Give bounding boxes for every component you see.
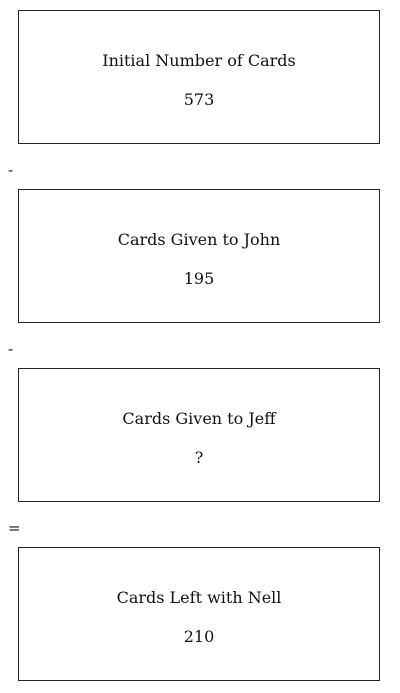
initial-cards-value: 573 xyxy=(183,90,215,109)
jeff-cards-box: Cards Given to Jeff ? xyxy=(18,368,380,502)
minus-operator-2: - xyxy=(8,340,14,358)
equals-operator: = xyxy=(8,519,21,537)
john-cards-value: 195 xyxy=(183,269,215,288)
nell-cards-value: 210 xyxy=(183,627,215,646)
john-cards-label: Cards Given to John xyxy=(117,230,281,249)
initial-cards-label: Initial Number of Cards xyxy=(102,51,296,70)
nell-cards-label: Cards Left with Nell xyxy=(116,588,282,607)
jeff-cards-label: Cards Given to Jeff xyxy=(122,409,276,428)
minus-operator-1: - xyxy=(8,161,14,179)
john-cards-box: Cards Given to John 195 xyxy=(18,189,380,323)
initial-cards-box: Initial Number of Cards 573 xyxy=(18,10,380,144)
nell-cards-box: Cards Left with Nell 210 xyxy=(18,547,380,681)
jeff-cards-value: ? xyxy=(194,448,204,467)
